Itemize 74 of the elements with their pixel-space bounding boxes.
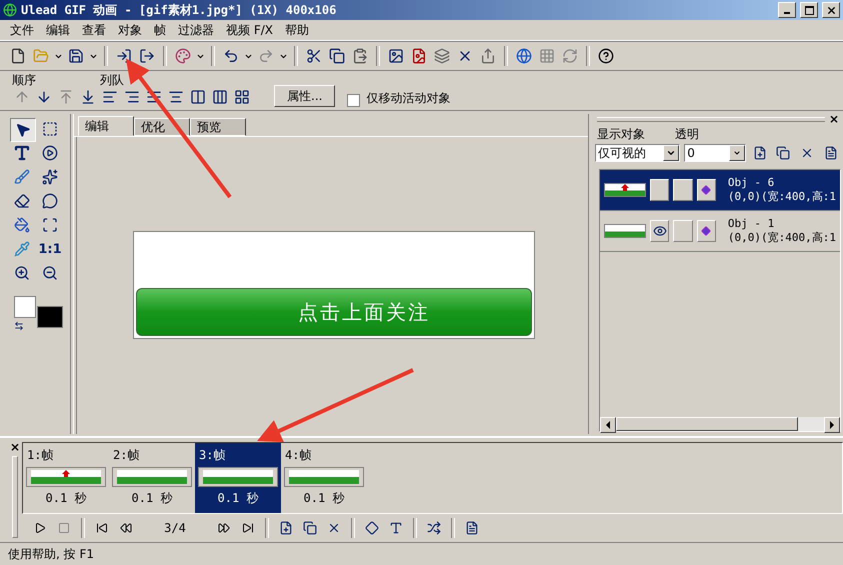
menu-item[interactable]: 帮助: [278, 22, 315, 38]
marker-icon: [62, 470, 70, 477]
copy-icon[interactable]: [327, 46, 347, 66]
frame-label: 4:帧: [284, 447, 312, 464]
frame-delay: 0.1 秒: [304, 490, 344, 507]
lock-toggle[interactable]: [673, 220, 693, 242]
scroll-right-icon: [829, 421, 835, 429]
menu-item[interactable]: 对象: [112, 22, 148, 38]
frame-item[interactable]: 4:帧 0.1 秒: [281, 443, 367, 513]
app-icon: [3, 3, 17, 17]
frame-label: 2:帧: [112, 447, 140, 464]
marker-icon: [620, 184, 629, 191]
menu-item[interactable]: 帧: [148, 22, 172, 38]
properties-button[interactable]: 属性...: [274, 85, 336, 107]
frame-label: 1:帧: [26, 447, 54, 464]
close-icon[interactable]: ×: [828, 114, 839, 124]
maximize-icon: [804, 6, 814, 14]
color-icon: [701, 185, 712, 195]
transparency-label: 透明: [675, 126, 699, 143]
visibility-toggle[interactable]: [650, 179, 670, 201]
horizontal-scrollbar[interactable]: [600, 416, 840, 431]
show-objects-label: 显示对象: [597, 126, 645, 143]
close-icon[interactable]: ×: [10, 442, 20, 452]
caret-icon: [732, 149, 741, 157]
frame-item[interactable]: 1:帧 0.1 秒: [23, 443, 109, 513]
checkbox[interactable]: [347, 94, 360, 107]
show-objects-dropdown[interactable]: 仅可视的: [595, 144, 680, 162]
frame-label: 3:帧: [198, 447, 226, 464]
menu-item[interactable]: 查看: [76, 22, 112, 38]
frame-item[interactable]: 2:帧 0.1 秒: [109, 443, 195, 513]
menu-item[interactable]: 文件: [4, 22, 40, 38]
pointer-icon: [15, 122, 31, 138]
caret-icon: [666, 148, 676, 158]
align-label: 列队: [100, 74, 125, 87]
status-text: 使用帮助, 按 F1: [8, 546, 94, 562]
object-details: (0,0)(宽:400,高:1: [728, 230, 836, 245]
object-row[interactable]: Obj - 1 (0,0)(宽:400,高:1: [600, 211, 840, 252]
color-icon: [701, 226, 712, 236]
frame-delay: 0.1 秒: [46, 490, 86, 507]
foreground-color[interactable]: [14, 296, 36, 318]
actual-size-tool[interactable]: 1:1: [38, 238, 62, 260]
visibility-toggle[interactable]: [650, 220, 670, 242]
layers-icon[interactable]: [432, 46, 452, 66]
eye-icon: [652, 224, 667, 238]
transparency-spinbox[interactable]: 0: [684, 144, 746, 162]
background-color[interactable]: [37, 306, 63, 328]
order-label: 顺序: [12, 74, 37, 87]
menu-item[interactable]: 视频 F/X: [220, 22, 279, 38]
pointer-tool[interactable]: [10, 118, 36, 142]
help-icon[interactable]: [596, 46, 616, 66]
object-name: Obj - 6: [728, 176, 776, 189]
window-title: Ulead GIF 动画 - [gif素材1.jpg*] (1X) 400x106: [21, 2, 338, 18]
checkbox-label: 仅移动活动对象: [366, 90, 450, 107]
close-icon: [826, 4, 836, 16]
scroll-left-icon: [605, 421, 611, 429]
menu-item[interactable]: 编辑: [40, 22, 76, 38]
close-button[interactable]: [822, 2, 840, 18]
tab[interactable]: 优化: [134, 118, 190, 136]
tab[interactable]: 预览: [190, 118, 246, 136]
tab[interactable]: 编辑: [78, 116, 134, 136]
menu-item[interactable]: 过滤器: [172, 22, 220, 38]
globe-icon[interactable]: [514, 46, 534, 66]
object-name: Obj - 1: [728, 217, 776, 230]
frame-delay: 0.1 秒: [132, 490, 172, 507]
maximize-button[interactable]: [800, 2, 818, 18]
frame-counter: 3/4: [163, 521, 187, 535]
object-row[interactable]: Obj - 6 (0,0)(宽:400,高:1: [600, 170, 840, 211]
object-details: (0,0)(宽:400,高:1: [728, 189, 836, 204]
palette-icon[interactable]: [173, 46, 193, 66]
frame-delay: 0.1 秒: [218, 490, 258, 507]
frame-item[interactable]: 3:帧 0.1 秒: [195, 443, 281, 513]
minimize-button[interactable]: [778, 2, 796, 18]
lock-toggle[interactable]: [673, 179, 693, 201]
banner-text: 点击上面关注: [136, 288, 532, 336]
